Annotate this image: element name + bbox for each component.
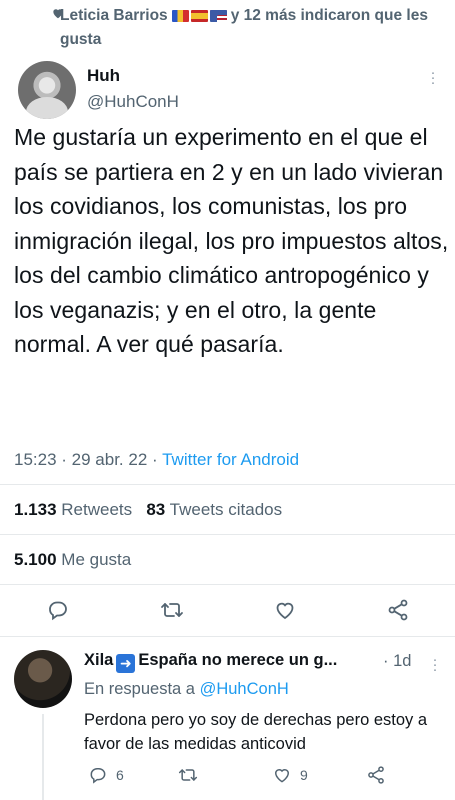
flag-emojis — [171, 10, 227, 22]
reply-likes-count: 9 — [300, 767, 308, 783]
retweet-stats: 1.133 Retweets 83 Tweets citados — [14, 500, 282, 520]
arrow-right-icon: ➜ — [116, 654, 136, 673]
reply-time[interactable]: · 1d — [383, 652, 411, 671]
heart-outline-icon — [276, 602, 294, 620]
author-handle[interactable]: @HuhConH — [87, 92, 179, 112]
retweets-label: Retweets — [61, 500, 133, 519]
liked-by-text: Leticia Barrios y 12 más indicaron que le… — [60, 4, 452, 52]
tweet-time: 15:23 — [14, 450, 57, 469]
reply-author-avatar[interactable] — [14, 650, 72, 708]
divider — [0, 484, 455, 485]
reply-author-rest: España no merece un g... — [138, 651, 338, 669]
reply-time-value: 1d — [393, 652, 412, 670]
retweets-stat[interactable]: 1.133 Retweets — [14, 500, 132, 519]
liked-by-context[interactable]: Leticia Barrios y 12 más indicaron que le… — [53, 4, 452, 52]
author-name[interactable]: Huh — [87, 66, 120, 86]
share-button[interactable] — [386, 598, 410, 622]
reply-retweet-button[interactable] — [178, 765, 198, 785]
reply-text: Perdona pero yo soy de derechas pero est… — [84, 711, 428, 753]
reply-replies-count: 6 — [116, 767, 124, 783]
likes-count: 5.100 — [14, 550, 57, 569]
quotes-stat[interactable]: 83 Tweets citados — [146, 500, 282, 519]
reply-like-button[interactable]: 9 — [272, 765, 308, 785]
reply-author-first: Xila — [84, 651, 114, 669]
tweet-meta: 15:23 · 29 abr. 22 · Twitter for Android — [14, 450, 300, 469]
reply-icon — [49, 601, 67, 621]
in-reply-prefix: En respuesta a — [84, 680, 195, 698]
tweet-text: Me gustaría un experimento en el que el … — [14, 124, 449, 357]
in-reply-handle[interactable]: @HuhConH — [200, 680, 289, 698]
like-button[interactable] — [273, 598, 297, 622]
reply-author-name[interactable]: Xila ➜ España no merece un g... — [84, 651, 384, 673]
heart-outline-icon — [274, 769, 290, 783]
tweet-date: 29 abr. 22 — [71, 450, 148, 469]
divider — [0, 534, 455, 535]
reply-icon — [90, 768, 106, 784]
quotes-count: 83 — [146, 500, 166, 519]
liked-by-name[interactable]: Leticia Barrios — [60, 7, 168, 24]
retweet-button[interactable] — [160, 598, 184, 622]
reply-reply-button[interactable]: 6 — [88, 765, 124, 785]
more-options-icon[interactable]: · · · — [428, 65, 438, 90]
retweets-count: 1.133 — [14, 500, 57, 519]
divider — [0, 584, 455, 585]
reply-button[interactable] — [46, 598, 70, 622]
retweet-icon — [178, 769, 198, 781]
likes-label: Me gusta — [61, 550, 132, 569]
share-icon — [368, 766, 384, 784]
heart-icon — [53, 9, 63, 19]
reply-more-options-icon[interactable]: · · · — [430, 652, 440, 677]
reply-share-button[interactable] — [366, 765, 386, 785]
divider — [0, 636, 455, 637]
tweet-source[interactable]: Twitter for Android — [162, 450, 299, 469]
share-icon — [388, 599, 408, 621]
quotes-label: Tweets citados — [169, 500, 283, 519]
thread-line — [42, 714, 44, 800]
likes-stat[interactable]: 5.100 Me gusta — [14, 550, 131, 570]
retweet-icon — [161, 603, 183, 617]
in-reply-to: En respuesta a @HuhConH — [84, 680, 289, 699]
author-avatar[interactable] — [18, 61, 76, 119]
